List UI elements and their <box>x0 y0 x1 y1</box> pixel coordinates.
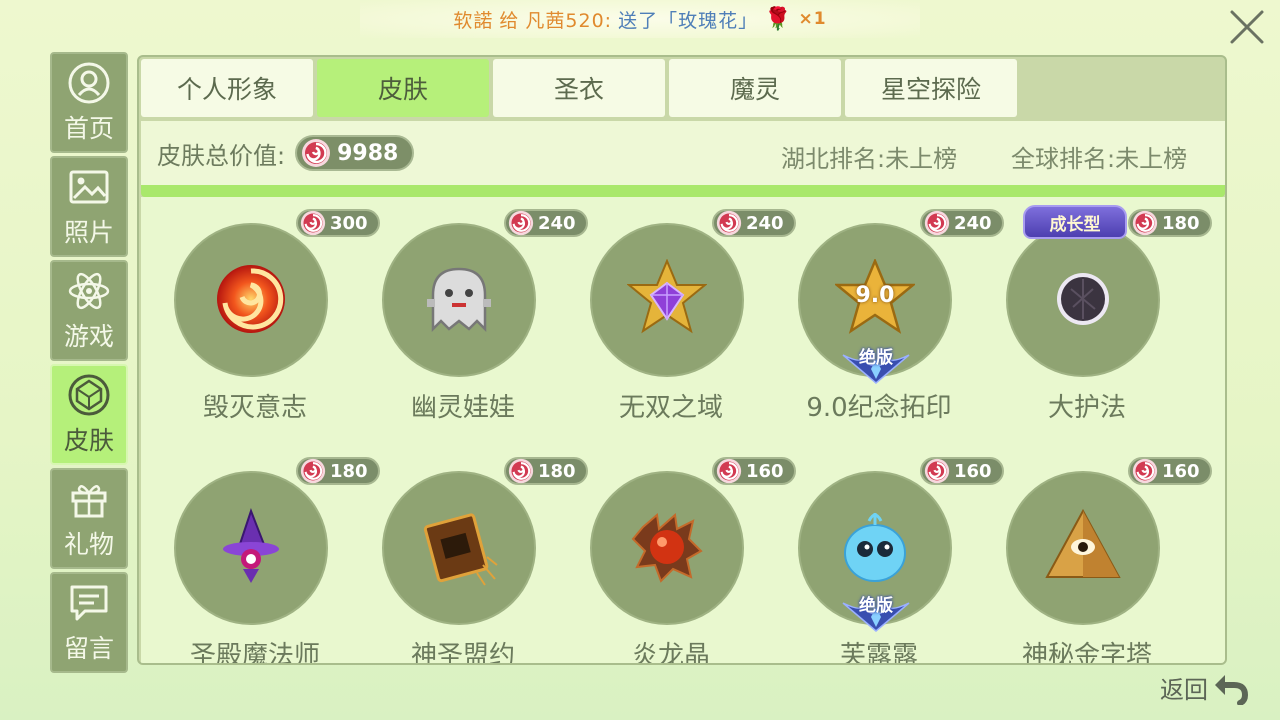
banner-connector: 给 <box>499 9 520 32</box>
price-badge: 160 <box>1128 457 1212 485</box>
skin-name: 神秘金字塔 <box>1021 641 1152 663</box>
skin-item[interactable]: 240 无双之域 <box>557 197 796 437</box>
book-icon <box>419 507 499 587</box>
tab-holy-cloth[interactable]: 圣衣 <box>493 59 665 117</box>
global-rank: 全球排名:未上榜 <box>1011 145 1188 173</box>
banner-sender: 软諾 <box>453 9 494 32</box>
close-icon <box>1230 10 1264 44</box>
sidebar-item-label: 皮肤 <box>63 425 114 455</box>
candy-coin-icon <box>508 458 534 484</box>
tab-skins[interactable]: 皮肤 <box>317 59 489 117</box>
sidebar-item-gifts[interactable]: 礼物 <box>50 468 128 569</box>
candy-coin-icon <box>1132 458 1158 484</box>
sidebar-item-label: 照片 <box>63 217 114 247</box>
sidebar-item-label: 首页 <box>63 113 114 143</box>
sidebar-item-games[interactable]: 游戏 <box>50 260 128 361</box>
candy-coin-icon <box>924 458 950 484</box>
skin-item[interactable]: 160 绝版 芙露露 <box>765 445 1004 663</box>
total-value-pill: 9988 <box>295 135 415 171</box>
skin-name: 毁灭意志 <box>202 393 307 423</box>
skin-item[interactable]: 160 炎龙晶 <box>557 445 796 663</box>
sidebar-item-photos[interactable]: 照片 <box>50 156 128 257</box>
candy-coin-icon <box>716 458 742 484</box>
skin-item[interactable]: 9.0 240 绝版 9.0纪念拓印 <box>765 197 1004 437</box>
skin-item[interactable]: 180 圣殿魔法师 <box>141 445 380 663</box>
skin-item[interactable]: 180 成长型大护法 <box>973 197 1212 437</box>
growth-badge: 成长型 <box>1023 205 1127 239</box>
candy-coin-icon <box>924 210 950 236</box>
candy-coin-icon <box>300 210 326 236</box>
sidebar-item-skins[interactable]: 皮肤 <box>50 364 128 465</box>
pyramid-eye-icon <box>1043 507 1123 587</box>
skin-star-number: 9.0 <box>855 283 895 308</box>
star-gem-icon <box>626 258 708 339</box>
banner-gift-count: ×1 <box>798 9 827 29</box>
skin-grid: 300 毁灭意志 240 幽灵娃娃 240 无双之域 9.0 240 绝版 9.0纪念拓印 180 成… <box>141 197 1225 663</box>
blue-jelly-icon <box>835 507 915 587</box>
price-value: 160 <box>1162 460 1200 482</box>
skin-item[interactable]: 160 神秘金字塔 <box>973 445 1212 663</box>
close-button[interactable] <box>1228 8 1266 46</box>
candy-coin-icon <box>1132 210 1158 236</box>
limited-edition-badge: 绝版 <box>841 345 911 385</box>
dark-orb-icon <box>1043 259 1123 339</box>
sidebar-item-home[interactable]: 首页 <box>50 52 128 153</box>
atom-icon <box>68 272 110 309</box>
divider <box>141 185 1225 197</box>
candy-coin-icon <box>302 139 331 167</box>
rose-icon: 🌹 <box>764 6 793 32</box>
gift-notification-banner: 软諾 给 凡茜520: 送了「玫瑰花」 🌹 ×1 <box>360 0 920 38</box>
tab-bar: 个人形象 皮肤 圣衣 魔灵 星空探险 <box>141 59 1017 117</box>
price-value: 180 <box>1162 212 1200 234</box>
candy-coin-icon <box>716 210 742 236</box>
tab-star-exploration[interactable]: 星空探险 <box>845 59 1017 117</box>
total-value-label: 皮肤总价值: <box>157 141 286 170</box>
skin-name: 炎龙晶 <box>631 641 710 663</box>
skin-item[interactable]: 180 神圣盟约 <box>349 445 588 663</box>
tab-appearance[interactable]: 个人形象 <box>141 59 313 117</box>
swirl-icon <box>211 259 291 339</box>
limited-label: 绝版 <box>859 348 893 368</box>
profile-icon <box>68 62 110 103</box>
skin-name: 芙露露 <box>839 641 918 663</box>
candy-coin-icon <box>300 458 326 484</box>
tab-spirits[interactable]: 魔灵 <box>669 59 841 117</box>
main-panel: 个人形象 皮肤 圣衣 魔灵 星空探险 皮肤总价值: 9988 湖北排名:未上榜 … <box>137 55 1227 665</box>
skin-name: 大护法 <box>1047 393 1126 423</box>
wizard-icon <box>211 507 291 587</box>
banner-receiver: 凡茜520: <box>525 9 613 32</box>
total-value: 9988 <box>337 140 399 166</box>
skin-item[interactable]: 240 幽灵娃娃 <box>349 197 588 437</box>
back-button[interactable]: 返回 <box>1160 670 1248 705</box>
sidebar-item-messages[interactable]: 留言 <box>50 572 128 673</box>
skin-item[interactable]: 300 毁灭意志 <box>141 197 380 437</box>
skin-name: 无双之域 <box>618 393 723 423</box>
sidebar: 首页 照片 游戏 皮肤 礼物 留言 <box>50 52 128 673</box>
dragon-gem-icon <box>627 507 707 587</box>
sidebar-item-label: 留言 <box>63 633 114 663</box>
limited-label: 绝版 <box>859 596 893 616</box>
skin-name: 神圣盟约 <box>410 641 515 663</box>
skin-name: 圣殿魔法师 <box>189 641 320 663</box>
candy-coin-icon <box>508 210 534 236</box>
hubei-rank: 湖北排名:未上榜 <box>781 145 958 173</box>
sidebar-item-label: 礼物 <box>63 529 114 559</box>
skin-name: 9.0纪念拓印 <box>806 393 952 423</box>
back-arrow-icon <box>1215 674 1248 705</box>
photo-icon <box>69 170 109 203</box>
message-icon <box>70 585 108 620</box>
gem-icon <box>68 374 110 415</box>
limited-edition-badge: 绝版 <box>841 593 911 633</box>
banner-message: 送了「玫瑰花」 <box>618 9 759 32</box>
sidebar-item-label: 游戏 <box>63 321 114 351</box>
ghost-icon <box>419 259 499 339</box>
skin-value-bar: 皮肤总价值: 9988 湖北排名:未上榜 全球排名:未上榜 <box>141 121 1225 185</box>
price-badge: 180 <box>1128 209 1212 237</box>
back-label: 返回 <box>1160 676 1208 704</box>
skin-name: 幽灵娃娃 <box>410 393 515 423</box>
gift-icon <box>71 484 107 517</box>
